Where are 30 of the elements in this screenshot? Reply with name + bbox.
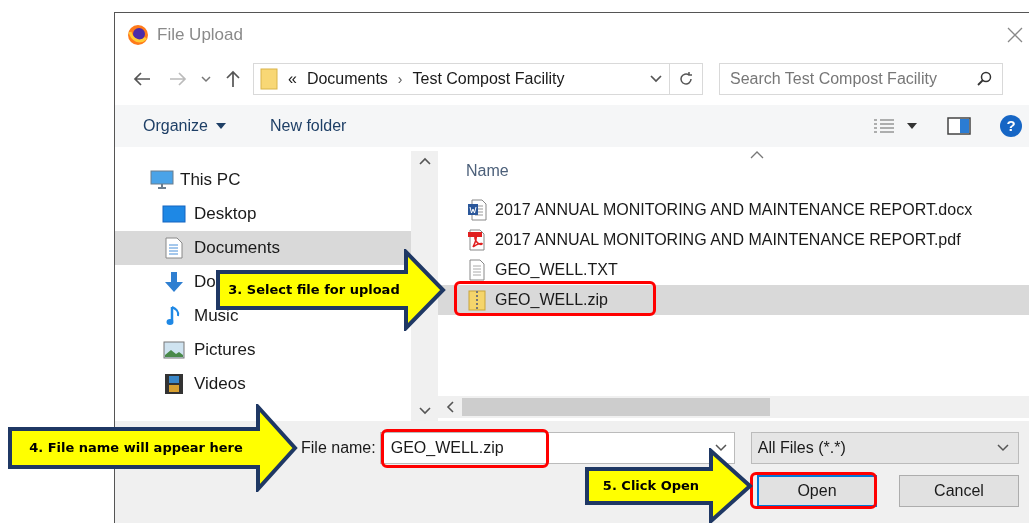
nav-item[interactable]: Documents <box>115 231 411 265</box>
file-name-field[interactable]: GEO_WELL.zip <box>379 432 735 464</box>
toolbar-button[interactable]: New folder <box>269 114 347 138</box>
nav-item[interactable]: Videos <box>115 367 248 401</box>
callout-label: 4. File name will appear here <box>28 439 243 458</box>
breadcrumb-item[interactable]: Test Compost Facility <box>412 67 565 91</box>
nav-item[interactable]: Do <box>115 265 218 299</box>
toolbar-button[interactable]: Organize <box>143 114 226 138</box>
nav-item[interactable]: Desktop <box>115 197 259 231</box>
open-button[interactable]: Open <box>757 475 877 507</box>
nav-item[interactable]: Music <box>115 299 241 333</box>
breadcrumb-item[interactable]: Documents <box>306 67 388 91</box>
breadcrumb-separator: › <box>397 69 403 89</box>
callout-label: 3. Select file for upload <box>227 281 400 300</box>
file-row[interactable]: 2017 ANNUAL MONITORING AND MAINTENANCE REPORT.docx <box>438 195 1029 225</box>
callout-label: 5. Click Open <box>601 477 700 496</box>
cancel-button[interactable]: Cancel <box>899 475 1019 507</box>
address-bar[interactable]: « Documents › Test Compost Facility <box>253 63 703 95</box>
help-icon[interactable]: ? <box>999 114 1023 138</box>
window-title: File Upload <box>157 24 243 47</box>
breadcrumb-overflow[interactable]: « <box>288 67 297 91</box>
file-row[interactable]: 2017 ANNUAL MONITORING AND MAINTENANCE REPORT.pdf <box>438 225 1029 255</box>
file-row[interactable]: GEO_WELL.TXT <box>438 255 1029 285</box>
file-type-dropdown[interactable]: All Files (*.*) <box>750 432 1019 464</box>
file-row[interactable]: GEO_WELL.zip <box>438 285 1029 315</box>
column-header[interactable]: Name <box>438 151 1029 195</box>
nav-item[interactable]: Pictures <box>115 333 258 367</box>
search-field[interactable]: Search Test Compost Facility <box>719 63 1003 95</box>
field-label: File name: <box>301 438 376 458</box>
nav-item[interactable]: This PC <box>180 167 241 193</box>
